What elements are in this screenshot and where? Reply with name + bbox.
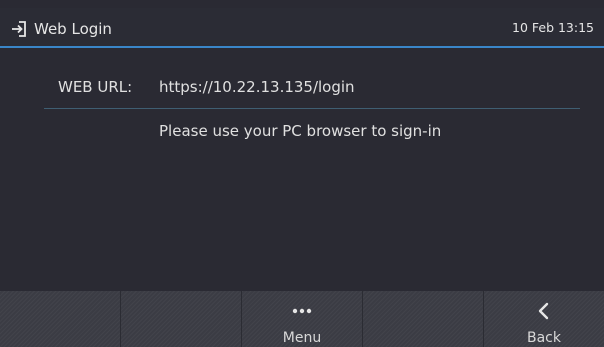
softkey-bar: Menu Back: [0, 291, 604, 347]
softkey-1[interactable]: [0, 291, 121, 347]
web-url-value: https://10.22.13.135/login: [159, 78, 355, 96]
softkey-4[interactable]: [363, 291, 484, 347]
web-url-label: WEB URL:: [58, 78, 133, 96]
phone-screen: Web Login 10 Feb 13:15 WEB URL: https://…: [0, 0, 604, 347]
menu-softkey[interactable]: Menu: [242, 291, 363, 347]
row-divider: [44, 108, 580, 109]
softkey-2[interactable]: [121, 291, 242, 347]
back-softkey-label: Back: [527, 330, 561, 346]
web-url-row: WEB URL: https://10.22.13.135/login: [0, 68, 604, 108]
page-title: Web Login: [34, 20, 112, 38]
clock: 10 Feb 13:15: [512, 20, 595, 35]
title-bar: Web Login 10 Feb 13:15: [0, 8, 604, 48]
more-dots-icon: [242, 301, 362, 321]
title-group: Web Login: [10, 18, 112, 40]
menu-softkey-label: Menu: [282, 330, 322, 346]
sign-in-hint: Please use your PC browser to sign-in: [159, 122, 442, 140]
chevron-left-icon: [484, 301, 604, 321]
login-icon: [12, 21, 26, 37]
back-softkey[interactable]: Back: [484, 291, 604, 347]
